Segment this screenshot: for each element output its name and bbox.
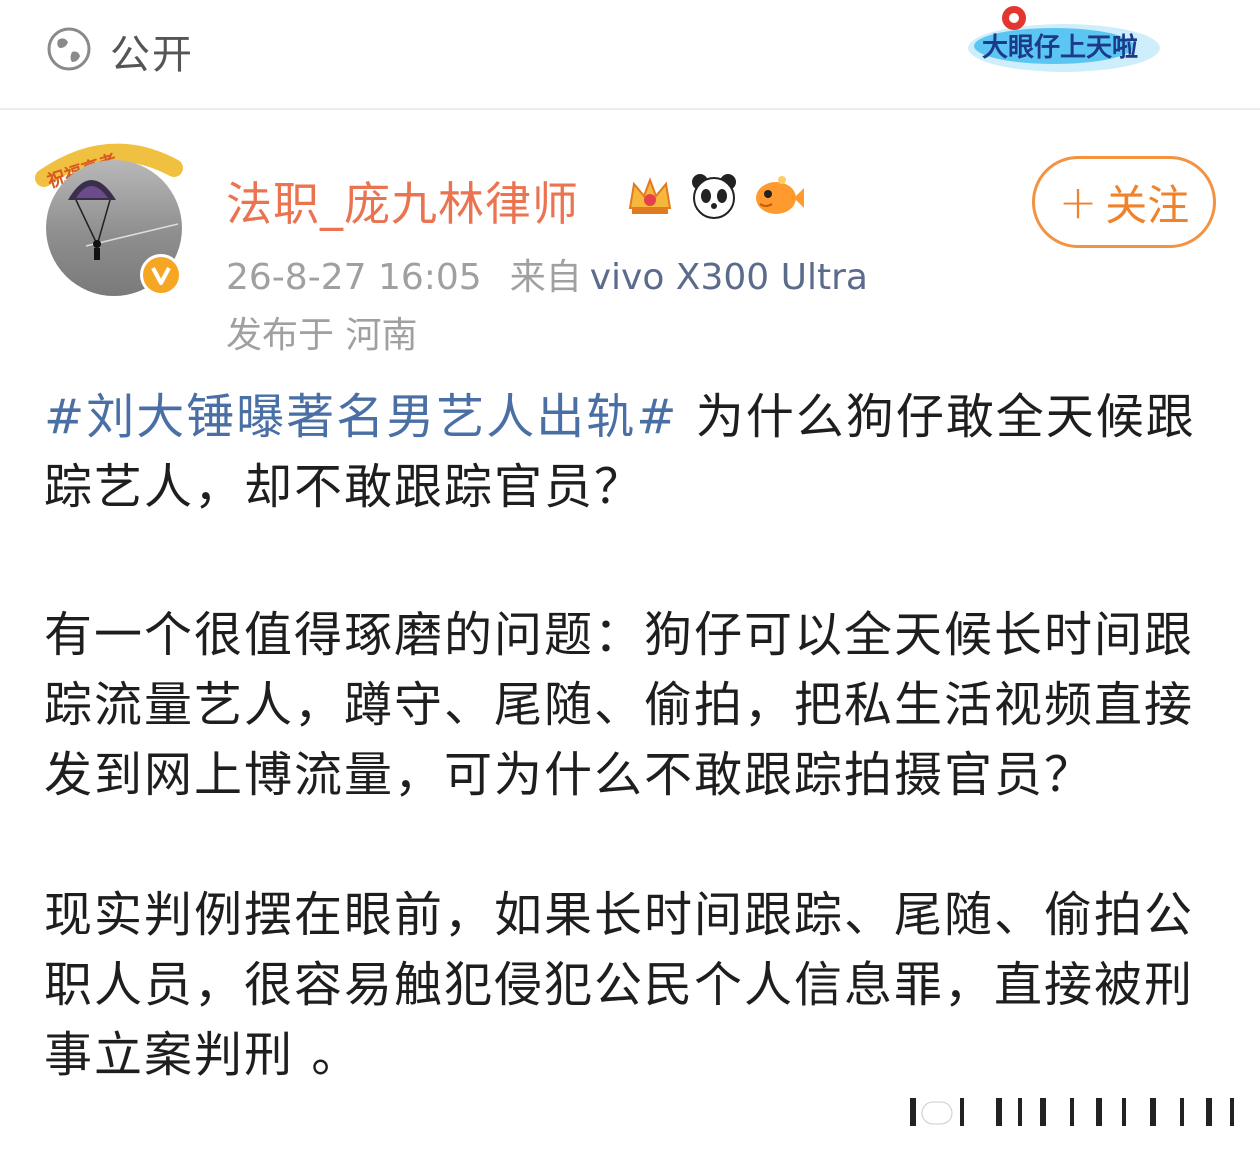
author-name[interactable]: 法职_庞九林律师 (226, 168, 579, 234)
topic-hashtag-link[interactable]: #刘大锤曝著名男艺人出轨# (44, 389, 678, 445)
post-timestamp: 26-8-27 16:05 (226, 257, 482, 298)
panda-icon[interactable] (688, 170, 740, 222)
crown-icon[interactable] (624, 170, 676, 222)
device-link[interactable]: vivo X300 Ultra (590, 257, 868, 298)
post-paragraph-3: 现实判例摆在眼前，如果长时间跟踪、尾随、偷拍公职人员，很容易触犯侵犯公民个人信息… (44, 887, 1195, 1083)
post-paragraph-2: 有一个很值得琢磨的问题：狗仔可以全天候长时间跟踪流量艺人，蹲守、尾随、偷拍，把私… (44, 607, 1195, 803)
author-badges (624, 168, 804, 224)
post-location: 发布于 河南 (226, 315, 418, 356)
watermark-strip (910, 1098, 1234, 1126)
header-divider (0, 108, 1260, 110)
follow-label: 关注 (1105, 180, 1190, 230)
fish-icon[interactable] (752, 170, 804, 222)
follow-button[interactable]: + 关注 (1032, 156, 1216, 248)
post-meta: 26-8-27 16:05 来自 vivo X300 Ultra (226, 248, 868, 300)
plus-icon: + (1058, 175, 1098, 229)
globe-icon (47, 27, 91, 71)
verified-v-icon (140, 254, 182, 296)
badge-text: 大眼仔上天啦 (982, 32, 1138, 63)
top-bar: 公开 大眼仔上天啦 (0, 0, 1260, 108)
mascot-badge: 大眼仔上天啦 (968, 6, 1160, 72)
source-label: 来自 (509, 257, 582, 298)
visibility-label: 公开 (110, 32, 194, 78)
post-paragraph-1: #刘大锤曝著名男艺人出轨# 为什么狗仔敢全天候跟踪艺人，却不敢跟踪官员？ (44, 382, 1224, 522)
